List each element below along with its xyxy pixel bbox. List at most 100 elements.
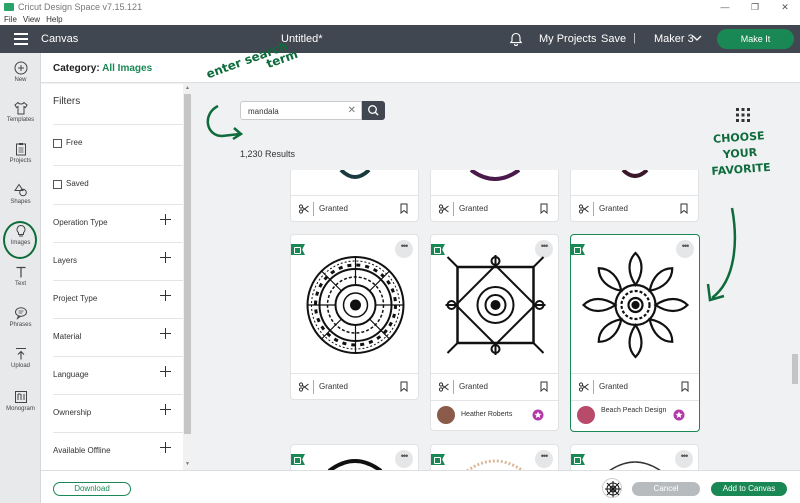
scissors-icon (439, 382, 449, 392)
saved-checkbox[interactable] (53, 180, 62, 189)
bookmark-icon[interactable] (680, 203, 688, 214)
bookmark-icon[interactable] (540, 381, 548, 392)
chevron-down-icon[interactable] (692, 33, 702, 43)
image-card[interactable]: Granted (570, 170, 699, 222)
granted-label: Granted (459, 382, 488, 391)
filter-group-available-offline[interactable]: Available Offline (53, 432, 183, 470)
tool-label: New (14, 77, 27, 83)
filter-group-language[interactable]: Language (53, 356, 183, 394)
free-checkbox[interactable] (53, 139, 62, 148)
expand-plus-icon[interactable] (160, 366, 171, 377)
close-window-button[interactable]: ✕ (770, 0, 800, 14)
tool-templates[interactable]: Templates (0, 101, 41, 123)
image-card[interactable]: Granted (290, 170, 419, 222)
bookmark-icon[interactable] (400, 381, 408, 392)
scrollbar-thumb[interactable] (184, 94, 191, 434)
images-tool-highlight-circle (3, 221, 37, 259)
designer-row[interactable]: Beach Peach Design (571, 400, 699, 430)
designer-name[interactable]: Heather Roberts (461, 411, 512, 418)
bell-icon[interactable] (509, 32, 523, 46)
filter-group-material[interactable]: Material (53, 318, 183, 356)
bookmark-icon[interactable] (400, 203, 408, 214)
add-to-canvas-button[interactable]: Add to Canvas (711, 482, 787, 496)
cancel-button[interactable]: Cancel (632, 482, 700, 496)
filter-label: Operation Type (53, 218, 108, 227)
scroll-down-arrow-icon[interactable]: ▼ (185, 461, 190, 467)
tool-projects[interactable]: Projects (0, 142, 41, 164)
image-card[interactable]: ••• (290, 444, 419, 470)
expand-plus-icon[interactable] (160, 214, 171, 225)
grid-view-icon[interactable] (736, 108, 750, 122)
scroll-up-arrow-icon[interactable]: ▲ (185, 85, 190, 91)
search-input[interactable] (248, 105, 343, 117)
tool-upload[interactable]: Upload (0, 347, 41, 369)
search-button[interactable] (362, 101, 385, 120)
annotation-arrow-icon (706, 207, 737, 302)
mandala-image (339, 170, 371, 179)
menu-file[interactable]: File (4, 15, 17, 24)
filter-group-layers[interactable]: Layers (53, 242, 183, 280)
shapes-icon (13, 183, 27, 197)
granted-label: Granted (599, 382, 628, 391)
speech-bubble-icon (14, 307, 27, 320)
expand-plus-icon[interactable] (160, 404, 171, 415)
image-card[interactable]: ••• (570, 444, 699, 470)
image-card[interactable]: ••• Granted (290, 234, 419, 400)
save-button[interactable]: Save (601, 33, 626, 45)
image-card-selected[interactable]: ••• Granted Beach Peach Design (570, 234, 700, 432)
tool-new[interactable]: New (0, 61, 41, 83)
plus-circle-icon (14, 61, 27, 75)
image-card[interactable]: Granted (430, 170, 559, 222)
filter-group-project-type[interactable]: Project Type (53, 280, 183, 318)
bookmark-icon[interactable] (540, 203, 548, 214)
selected-image-thumbnail (602, 478, 622, 498)
window-title: Cricut Design Space v7.15.121 (18, 2, 143, 12)
expand-plus-icon[interactable] (160, 290, 171, 301)
menu-view[interactable]: View (23, 15, 40, 24)
results-scrollbar[interactable] (790, 84, 800, 470)
tool-label: Monogram (6, 406, 35, 412)
footer-bar: Download Cancel Add to Canvas (41, 470, 800, 503)
tool-text[interactable]: Text (0, 265, 41, 287)
tool-phrases[interactable]: Phrases (0, 306, 41, 328)
search-field[interactable]: ✕ (240, 101, 362, 120)
expand-plus-icon[interactable] (160, 442, 171, 453)
app-logo-icon (4, 3, 14, 11)
image-card[interactable]: ••• (430, 444, 559, 470)
filter-group-ownership[interactable]: Ownership (53, 394, 183, 432)
tool-monogram[interactable]: Monogram (0, 390, 41, 412)
category-value[interactable]: All Images (102, 63, 152, 74)
mandala-image (582, 251, 689, 359)
image-card[interactable]: ••• Granted Heather Roberts (430, 234, 559, 431)
minimize-button[interactable]: — (710, 0, 740, 14)
filters-title: Filters (53, 96, 81, 107)
expand-plus-icon[interactable] (160, 252, 171, 263)
divider (593, 380, 594, 394)
bookmark-icon[interactable] (681, 381, 689, 392)
card-action-row: Granted (571, 195, 698, 221)
upload-arrow-icon (15, 347, 26, 360)
tool-shapes[interactable]: Shapes (0, 183, 41, 205)
filter-label: Layers (53, 256, 78, 265)
clipboard-icon (15, 143, 26, 156)
scrollbar-thumb[interactable] (792, 354, 798, 384)
make-it-button[interactable]: Make It (717, 29, 794, 49)
menu-bar: File View Help (0, 14, 800, 25)
search-icon (368, 105, 379, 116)
card-action-row: Granted (291, 195, 418, 221)
filter-free[interactable]: Free (53, 124, 183, 162)
filter-saved[interactable]: Saved (53, 165, 183, 203)
designer-name[interactable]: Beach Peach Design (601, 406, 671, 415)
menu-help[interactable]: Help (46, 15, 62, 24)
expand-plus-icon[interactable] (160, 328, 171, 339)
my-projects-link[interactable]: My Projects (539, 33, 596, 45)
maximize-button[interactable]: ❐ (740, 0, 770, 14)
hamburger-menu-icon[interactable] (14, 33, 28, 45)
clear-search-icon[interactable]: ✕ (348, 105, 356, 117)
filters-scrollbar[interactable]: ▲ ▼ (183, 84, 192, 470)
designer-row[interactable]: Heather Roberts (431, 400, 558, 430)
filter-group-operation-type[interactable]: Operation Type (53, 204, 183, 242)
canvas-label: Canvas (41, 33, 79, 45)
download-button[interactable]: Download (53, 482, 131, 496)
machine-select[interactable]: Maker 3 (654, 33, 694, 45)
